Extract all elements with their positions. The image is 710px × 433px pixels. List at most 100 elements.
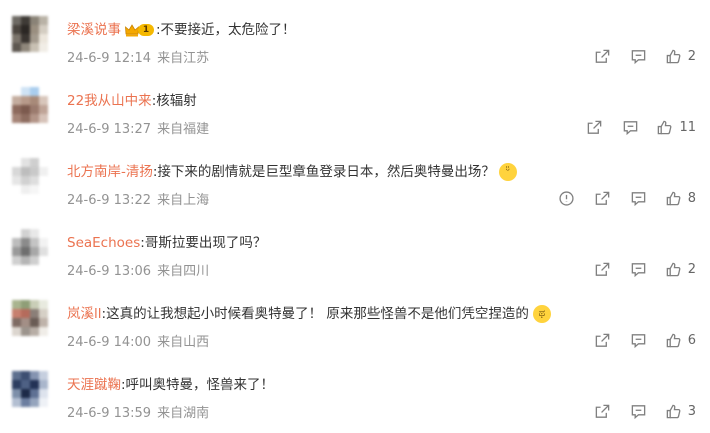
comment-meta: 24-6-9 13:22 来自上海: [67, 189, 209, 208]
timestamp: 24-6-9 13:06: [67, 264, 152, 279]
like-count: 2: [687, 48, 696, 64]
like-icon: [666, 333, 681, 347]
avatar[interactable]: [12, 16, 48, 52]
like-icon: [666, 49, 681, 63]
comment-icon: [623, 120, 638, 135]
comment-text: :哥斯拉要出现了吗？: [140, 235, 267, 251]
like-count: 8: [687, 190, 696, 206]
share-icon: [595, 404, 610, 418]
comment-text: :不要接近，太危险了！: [156, 22, 296, 38]
emoji-icon: ಥ: [532, 305, 551, 323]
comment-line: 天涯蹴鞠:呼叫奥特曼，怪兽来了！: [67, 376, 274, 394]
timestamp: 24-6-9 13:27: [67, 122, 152, 137]
comment-line: 北方南岸-清扬:接下来的剧情就是巨型章鱼登录日本，然后奥特曼出场？ ᵕ̈: [67, 163, 517, 181]
location-source: 来自山西: [157, 335, 210, 350]
comment-icon: [631, 49, 646, 64]
share-icon: [595, 262, 610, 276]
comment-meta: 24-6-9 14:00 来自山西: [67, 331, 209, 350]
like-button[interactable]: 3: [665, 403, 696, 420]
comment-meta: 24-6-9 12:14 来自江苏: [67, 47, 209, 66]
share-icon: [587, 120, 602, 134]
comment-text: :呼叫奥特曼，怪兽来了！: [121, 377, 275, 393]
comment-line: SeaEchoes:哥斯拉要出现了吗？: [67, 234, 266, 252]
reply-button[interactable]: [629, 46, 649, 66]
comment-text: :接下来的剧情就是巨型章鱼登录日本，然后奥特曼出场？: [152, 164, 495, 180]
comment-icon: [631, 262, 646, 277]
share-icon: [595, 191, 610, 205]
like-icon: [666, 191, 681, 205]
like-button[interactable]: 8: [665, 190, 696, 207]
timestamp: 24-6-9 14:00: [67, 335, 152, 350]
comment-actions: 2: [577, 46, 696, 66]
comment-actions: 11: [568, 117, 696, 137]
vip-badge[interactable]: 1: [124, 22, 154, 38]
comment-text: :这真的让我想起小时候看奥特曼了！ 原来那些怪兽不是他们凭空捏造的: [101, 306, 529, 322]
username-link[interactable]: 梁溪说事: [67, 21, 121, 39]
reply-button[interactable]: [629, 259, 649, 279]
avatar[interactable]: [12, 229, 48, 265]
reply-button[interactable]: [629, 401, 649, 421]
comment-line: 22我从山中来:核辐射: [67, 92, 197, 110]
comment-line: 岚溪ll:这真的让我想起小时候看奥特曼了！ 原来那些怪兽不是他们凭空捏造的 ಥ: [67, 305, 551, 323]
comment-actions: 2: [577, 259, 696, 279]
comment-item: 北方南岸-清扬:接下来的剧情就是巨型章鱼登录日本，然后奥特曼出场？ ᵕ̈ 24-6-…: [0, 142, 710, 213]
comment-icon: [631, 404, 646, 419]
comment-meta: 24-6-9 13:06 来自四川: [67, 260, 209, 279]
report-button[interactable]: [557, 188, 577, 208]
reply-button[interactable]: [629, 188, 649, 208]
share-button[interactable]: [593, 401, 613, 421]
like-button[interactable]: 2: [665, 261, 696, 278]
comment-actions: 8: [541, 188, 696, 208]
location-source: 来自四川: [157, 264, 210, 279]
avatar[interactable]: [12, 371, 48, 407]
report-icon: [559, 190, 574, 206]
like-icon: [666, 404, 681, 418]
location-source: 来自上海: [157, 193, 210, 208]
avatar[interactable]: [12, 158, 48, 194]
location-source: 来自江苏: [157, 51, 210, 66]
like-button[interactable]: 2: [665, 48, 696, 65]
emoji-icon: ᵕ̈: [498, 163, 517, 181]
comment-text: :核辐射: [151, 93, 197, 109]
comment-actions: 3: [577, 401, 696, 421]
share-icon: [595, 49, 610, 63]
comment-icon: [631, 333, 646, 348]
username-link[interactable]: 北方南岸-清扬: [67, 163, 153, 181]
location-source: 来自湖南: [157, 406, 210, 421]
comment-item: 梁溪说事 1:不要接近，太危险了！ 24-6-9 12:14 来自江苏 2: [0, 0, 710, 71]
timestamp: 24-6-9 13:59: [67, 406, 152, 421]
comment-meta: 24-6-9 13:27 来自福建: [67, 118, 209, 137]
share-button[interactable]: [593, 46, 613, 66]
like-icon: [666, 262, 681, 276]
username-link[interactable]: 岚溪ll: [67, 305, 102, 323]
avatar[interactable]: [12, 300, 48, 336]
comment-item: 岚溪ll:这真的让我想起小时候看奥特曼了！ 原来那些怪兽不是他们凭空捏造的 ಥ 24…: [0, 284, 710, 355]
like-count: 6: [687, 332, 696, 348]
share-button[interactable]: [593, 330, 613, 350]
comment-icon: [631, 191, 646, 206]
share-button[interactable]: [584, 117, 604, 137]
username-link[interactable]: 22我从山中来: [67, 92, 152, 110]
like-count: 2: [687, 261, 696, 277]
like-button[interactable]: 6: [665, 332, 696, 349]
share-button[interactable]: [593, 188, 613, 208]
username-link[interactable]: SeaEchoes: [67, 234, 140, 252]
comment-actions: 6: [577, 330, 696, 350]
like-count: 11: [679, 119, 696, 135]
username-link[interactable]: 天涯蹴鞠: [67, 376, 121, 394]
comment-item: 天涯蹴鞠:呼叫奥特曼，怪兽来了！ 24-6-9 13:59 来自湖南 3: [0, 355, 710, 426]
like-count: 3: [687, 403, 696, 419]
like-button[interactable]: 11: [656, 119, 696, 136]
badge-level: 1: [138, 24, 154, 36]
avatar[interactable]: [12, 87, 48, 123]
share-button[interactable]: [593, 259, 613, 279]
timestamp: 24-6-9 12:14: [67, 51, 152, 66]
comment-item: 22我从山中来:核辐射 24-6-9 13:27 来自福建 11: [0, 71, 710, 142]
like-icon: [658, 120, 672, 134]
reply-button[interactable]: [629, 330, 649, 350]
reply-button[interactable]: [620, 117, 640, 137]
share-icon: [595, 333, 610, 347]
comment-item: SeaEchoes:哥斯拉要出现了吗？ 24-6-9 13:06 来自四川 2: [0, 213, 710, 284]
timestamp: 24-6-9 13:22: [67, 193, 152, 208]
location-source: 来自福建: [157, 122, 210, 137]
